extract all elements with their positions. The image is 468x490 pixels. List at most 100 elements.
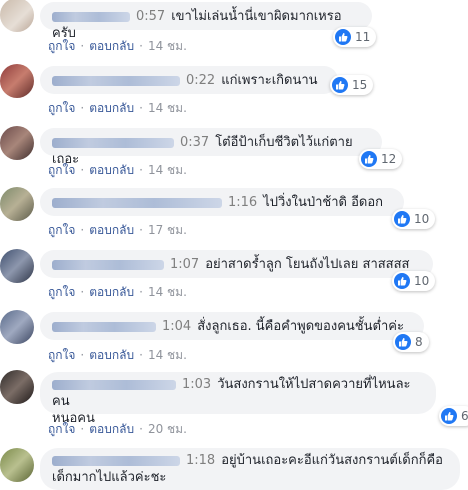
reaction-count-value: 11 (355, 30, 371, 44)
separator-dot: · (80, 348, 85, 362)
avatar[interactable] (0, 0, 34, 32)
avatar[interactable] (0, 126, 34, 160)
comment-author-blurred[interactable] (52, 11, 130, 22)
avatar[interactable] (0, 370, 34, 404)
comment-bubble: 1:04 สั่งลูกเธอ. นี้คือคำพูดของคนชั้นต่ำค… (40, 312, 424, 340)
reaction-count[interactable]: 12 (359, 149, 403, 169)
avatar[interactable] (0, 249, 34, 283)
reaction-count[interactable]: 15 (330, 75, 374, 95)
like-link[interactable]: ถูกใจ (48, 163, 75, 177)
avatar[interactable] (0, 64, 34, 98)
separator-dot: · (139, 223, 143, 237)
reply-link[interactable]: ตอบกลับ (89, 285, 134, 299)
reaction-count-value: 12 (381, 152, 397, 166)
reply-link[interactable]: ตอบกลับ (89, 39, 134, 53)
video-timestamp-link[interactable]: 1:16 (228, 195, 257, 210)
reaction-count-value: 15 (352, 78, 368, 92)
thumbs-up-icon (332, 77, 348, 93)
avatar[interactable] (0, 448, 34, 482)
like-link[interactable]: ถูกใจ (48, 348, 75, 362)
comment-bubble: 1:03 วันสงกรานให้ไปสาดควายที่ไหนละคน หนอค… (40, 372, 436, 426)
reply-link[interactable]: ตอบกลับ (89, 101, 134, 115)
separator-dot: · (139, 39, 143, 53)
comment-age[interactable]: 14 ชม. (148, 163, 187, 177)
reaction-count-value: 10 (414, 274, 430, 288)
comment-bubble: 1:16 ไปวิ่งในป่าช้าดิ อีดอก (40, 188, 404, 216)
thumbs-up-icon (335, 29, 351, 45)
reaction-count[interactable]: 10 (392, 271, 436, 291)
reaction-count-value: 10 (414, 212, 430, 226)
reaction-count[interactable]: 6 (439, 406, 468, 426)
separator-dot: · (80, 422, 85, 436)
comment-text: แก่เพราะเกิดนาน (221, 73, 318, 88)
comment-bubble: 1:07 อย่าสาดร้ำลูก โยนถังไปเลย สาสสสส (40, 250, 433, 278)
video-timestamp-link[interactable]: 0:22 (186, 73, 215, 88)
reply-link[interactable]: ตอบกลับ (89, 422, 134, 436)
comment-author-blurred[interactable] (52, 75, 180, 86)
comment-age[interactable]: 14 ชม. (148, 285, 187, 299)
reaction-count[interactable]: 8 (393, 332, 429, 352)
separator-dot: · (139, 348, 143, 362)
comment-bubble: 1:18 อยู่บ้านเถอะคะอีแก่วันสงกรานต์เด็กก็… (40, 448, 460, 490)
reaction-count[interactable]: 11 (333, 27, 377, 47)
comment-actions: ถูกใจ · ตอบกลับ · 14 ชม. (48, 283, 187, 302)
comment-actions: ถูกใจ · ตอบกลับ · 14 ชม. (48, 37, 187, 56)
comment-author-blurred[interactable] (52, 197, 222, 208)
comment-author-blurred[interactable] (52, 321, 156, 332)
like-link[interactable]: ถูกใจ (48, 39, 75, 53)
comment-author-blurred[interactable] (52, 379, 176, 390)
comment-actions: ถูกใจ · ตอบกลับ · 14 ชม. (48, 346, 187, 365)
comment-actions: ถูกใจ · ตอบกลับ · 14 ชม. (48, 161, 187, 180)
reply-link[interactable]: ตอบกลับ (89, 348, 134, 362)
comment-bubble: 0:37 โต๋อีป้าเก็บชีวิตไว้แก่ตายเถอะ (40, 128, 382, 167)
like-link[interactable]: ถูกใจ (48, 285, 75, 299)
separator-dot: · (80, 285, 85, 299)
video-timestamp-link[interactable]: 1:03 (182, 377, 211, 392)
like-link[interactable]: ถูกใจ (48, 223, 75, 237)
separator-dot: · (139, 163, 143, 177)
reply-link[interactable]: ตอบกลับ (89, 163, 134, 177)
comment-text: สั่งลูกเธอ. นี้คือคำพูดของคนชั้นต่ำค่ะ (197, 319, 404, 334)
comment-text: อย่าสาดร้ำลูก โยนถังไปเลย สาสสสส (205, 257, 410, 272)
comment-age[interactable]: 17 ชม. (148, 223, 187, 237)
comment-age[interactable]: 14 ชม. (148, 39, 187, 53)
comment-text-line-2: เด็กมากไปแล้วค่ะชะ (52, 470, 167, 485)
thumbs-up-icon (361, 151, 377, 167)
separator-dot: · (80, 39, 85, 53)
separator-dot: · (139, 101, 143, 115)
comment-author-blurred[interactable] (52, 259, 164, 270)
comment-author-blurred[interactable] (52, 137, 174, 148)
comment-age[interactable]: 14 ชม. (148, 348, 187, 362)
thumbs-up-icon (395, 334, 411, 350)
comment-text: อยู่บ้านเถอะคะอีแก่วันสงกรานต์เด็กก็คือ (221, 453, 443, 468)
comment-age[interactable]: 20 ชม. (148, 422, 187, 436)
reaction-count-value: 8 (415, 335, 423, 349)
comment-actions: ถูกใจ · ตอบกลับ · 14 ชม. (48, 99, 187, 118)
comment-text: ไปวิ่งในป่าช้าดิ อีดอก (263, 195, 384, 210)
avatar[interactable] (0, 310, 34, 344)
separator-dot: · (80, 223, 85, 237)
like-link[interactable]: ถูกใจ (48, 422, 75, 436)
thumbs-up-icon (394, 211, 410, 227)
separator-dot: · (139, 285, 143, 299)
video-timestamp-link[interactable]: 0:57 (136, 9, 165, 24)
avatar[interactable] (0, 187, 34, 221)
comment-author-blurred[interactable] (52, 455, 180, 466)
video-timestamp-link[interactable]: 0:37 (180, 135, 209, 150)
video-timestamp-link[interactable]: 1:18 (186, 453, 215, 468)
reaction-count[interactable]: 10 (392, 209, 436, 229)
reply-link[interactable]: ตอบกลับ (89, 223, 134, 237)
video-timestamp-link[interactable]: 1:07 (170, 257, 199, 272)
comment-age[interactable]: 14 ชม. (148, 101, 187, 115)
comment-bubble: 0:22 แก่เพราะเกิดนาน (40, 66, 338, 94)
comment-actions: ถูกใจ · ตอบกลับ · 17 ชม. (48, 221, 187, 240)
like-link[interactable]: ถูกใจ (48, 101, 75, 115)
thumbs-up-icon (441, 408, 457, 424)
separator-dot: · (139, 422, 143, 436)
comment-bubble: 0:57 เขาไม่เล่นน้ำนี่เขาผิดมากเหรอครับ (40, 2, 372, 41)
thumbs-up-icon (394, 273, 410, 289)
comment-actions: ถูกใจ · ตอบกลับ · 20 ชม. (48, 420, 187, 439)
reaction-count-value: 6 (461, 409, 468, 423)
separator-dot: · (80, 163, 85, 177)
video-timestamp-link[interactable]: 1:04 (162, 319, 191, 334)
